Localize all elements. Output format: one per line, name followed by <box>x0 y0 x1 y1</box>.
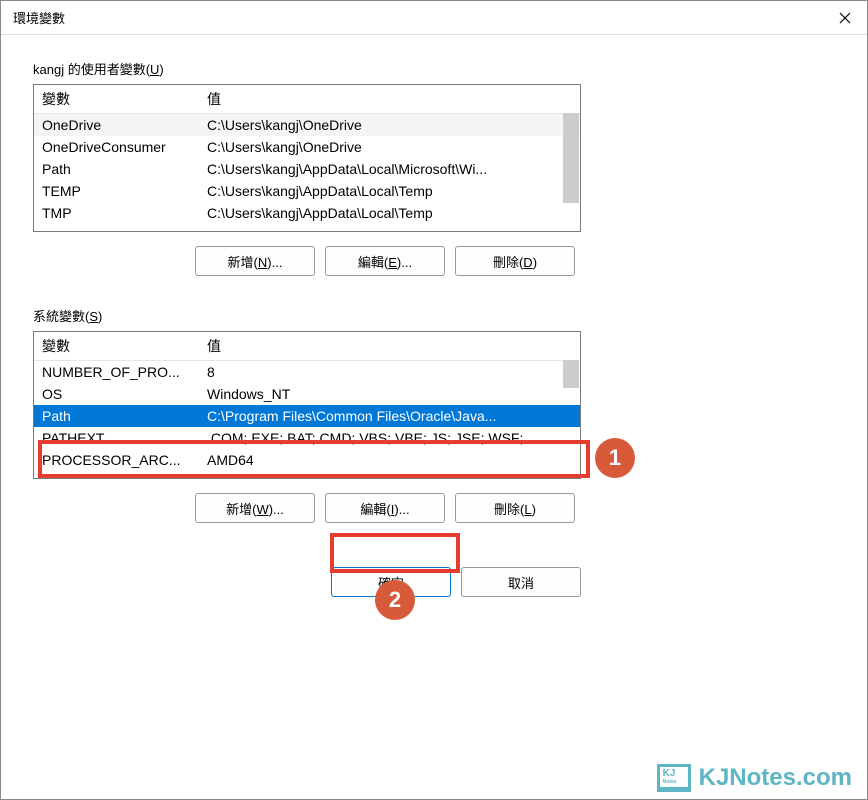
dialog-buttons: 確定 取消 <box>33 567 581 597</box>
sys-col-value[interactable]: 值 <box>199 332 580 361</box>
scrollbar-thumb[interactable] <box>563 360 579 388</box>
system-delete-button[interactable]: 刪除(L) <box>455 493 575 523</box>
titlebar: 環境變數 <box>1 1 867 35</box>
env-vars-dialog: 環境變數 kangj 的使用者變數(U) 變數 值 OneDriveC:\Use… <box>0 0 868 800</box>
annotation-badge-1: 1 <box>595 438 635 478</box>
table-row[interactable]: OneDriveConsumerC:\Users\kangj\OneDrive <box>34 136 580 158</box>
table-row[interactable]: OSWindows_NT <box>34 383 580 405</box>
close-icon <box>839 12 851 24</box>
table-row[interactable]: TMPC:\Users\kangj\AppData\Local\Temp <box>34 202 580 224</box>
system-vars-table[interactable]: 變數 值 NUMBER_OF_PRO...8 OSWindows_NT Path… <box>33 331 581 479</box>
window-title: 環境變數 <box>13 8 65 27</box>
system-edit-button[interactable]: 編輯(I)... <box>325 493 445 523</box>
close-button[interactable] <box>823 1 867 35</box>
watermark: KJNotes.com <box>657 764 852 792</box>
user-buttons: 新增(N)... 編輯(E)... 刪除(D) <box>195 246 835 276</box>
user-col-variable[interactable]: 變數 <box>34 85 199 114</box>
user-vars-label: kangj 的使用者變數(U) <box>33 59 835 78</box>
user-delete-button[interactable]: 刪除(D) <box>455 246 575 276</box>
table-row[interactable]: OneDriveC:\Users\kangj\OneDrive <box>34 114 580 137</box>
annotation-badge-2: 2 <box>375 580 415 620</box>
system-buttons: 新增(W)... 編輯(I)... 刪除(L) <box>195 493 835 523</box>
sys-col-variable[interactable]: 變數 <box>34 332 199 361</box>
watermark-icon <box>657 764 691 792</box>
watermark-text: KJNotes.com <box>699 764 852 792</box>
table-row-selected[interactable]: PathC:\Program Files\Common Files\Oracle… <box>34 405 580 427</box>
system-new-button[interactable]: 新增(W)... <box>195 493 315 523</box>
user-edit-button[interactable]: 編輯(E)... <box>325 246 445 276</box>
user-vars-table[interactable]: 變數 值 OneDriveC:\Users\kangj\OneDrive One… <box>33 84 581 232</box>
table-row[interactable]: NUMBER_OF_PRO...8 <box>34 361 580 384</box>
table-row[interactable]: PathC:\Users\kangj\AppData\Local\Microso… <box>34 158 580 180</box>
scrollbar-thumb[interactable] <box>563 113 579 203</box>
table-row[interactable]: TEMPC:\Users\kangj\AppData\Local\Temp <box>34 180 580 202</box>
user-col-value[interactable]: 值 <box>199 85 580 114</box>
system-vars-label: 系統變數(S) <box>33 306 835 325</box>
user-new-button[interactable]: 新增(N)... <box>195 246 315 276</box>
dialog-content: kangj 的使用者變數(U) 變數 值 OneDriveC:\Users\ka… <box>1 35 867 613</box>
table-row[interactable]: PATHEXT.COM;.EXE;.BAT;.CMD;.VBS;.VBE;.JS… <box>34 427 580 449</box>
cancel-button[interactable]: 取消 <box>461 567 581 597</box>
table-row[interactable]: PROCESSOR_ARC...AMD64 <box>34 449 580 471</box>
